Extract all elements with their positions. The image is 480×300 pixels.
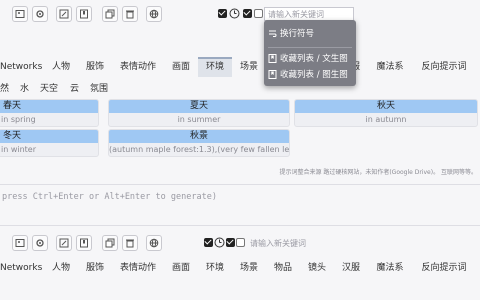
tab-clothing[interactable]: 服饰 (84, 57, 106, 77)
tag-card-autumn-scene[interactable]: 秋景 (autumn maple forest:1.3),(very few f… (108, 129, 290, 157)
tab-networks[interactable]: Networks (0, 258, 42, 278)
settings-button[interactable] (32, 235, 48, 251)
tag-card-spring[interactable]: 春天 in spring (0, 99, 99, 127)
bookmark-button[interactable] (76, 6, 92, 22)
tag-card-title: 冬天 (0, 130, 98, 143)
gear-icon (36, 10, 44, 18)
dropdown-item-fav-img2img[interactable]: 收藏列表 / 图生图 (268, 68, 348, 80)
top-toolbar: 请输入新关键词 (0, 4, 480, 24)
delete-button[interactable] (122, 6, 138, 22)
tab-clothing[interactable]: 服饰 (84, 258, 106, 278)
gear-icon (36, 239, 44, 247)
tag-card-winter[interactable]: 冬天 in winter (0, 129, 99, 157)
copy-button[interactable] (102, 6, 118, 22)
tag-card-subtitle: in summer (177, 115, 221, 124)
keyword-search-input[interactable]: 请输入新关键词 (264, 7, 354, 21)
tag-card-subtitle: in autumn (365, 115, 407, 124)
trash-icon (126, 10, 134, 19)
tab-expression[interactable]: 表情动作 (118, 258, 158, 278)
edit-button[interactable] (56, 6, 72, 22)
tab-environment[interactable]: 环境 (198, 57, 232, 77)
subtab-water[interactable]: 水 (20, 81, 29, 94)
tab-character[interactable]: 人物 (50, 258, 72, 278)
globe-icon (149, 238, 159, 248)
dropdown-item-label: 换行符号 (280, 29, 315, 39)
prompt-textarea[interactable]: press Ctrl+Enter or Alt+Enter to generat… (0, 184, 480, 226)
settings-button[interactable] (32, 6, 48, 22)
tab-negative-prompt[interactable]: 反向提示词 (418, 258, 470, 278)
prompt-placeholder: press Ctrl+Enter or Alt+Enter to generat… (2, 192, 217, 202)
subtab-atmosphere[interactable]: 氛围 (90, 81, 108, 94)
tab-objects[interactable]: 物品 (272, 258, 294, 278)
bottom-toolbar: 请输入新关键词 (0, 233, 480, 253)
bookmark-icon (80, 9, 88, 19)
tag-card-summer[interactable]: 夏天 in summer (108, 99, 290, 127)
tab-magic[interactable]: 魔法系 (374, 57, 406, 77)
dropdown-item-label: 收藏列表 / 文生图 (280, 54, 348, 64)
category-tabs: Networks 人物 服饰 表情动作 画面 环境 场景 物品 镜头 汉服 魔法… (0, 57, 480, 77)
image-settings-button[interactable] (12, 235, 28, 251)
tab-expression[interactable]: 表情动作 (118, 57, 158, 77)
tab-picture[interactable]: 画面 (170, 258, 192, 278)
tag-card-subtitle: (autumn maple forest:1.3),(very few fall… (109, 145, 289, 154)
clock-icon (214, 237, 225, 248)
subtab-cloud[interactable]: 云 (70, 81, 79, 94)
edit-icon (59, 238, 69, 248)
option-checkbox[interactable] (254, 9, 263, 18)
copy-icon (105, 9, 115, 19)
delete-button[interactable] (122, 235, 138, 251)
source-hint-text: 提示词整合来源 路过硬核网站，未知作者(Google Drive)。 互联网等等… (279, 169, 477, 176)
image-icon (15, 10, 25, 18)
tab-magic[interactable]: 魔法系 (374, 258, 406, 278)
tab-networks[interactable]: Networks (0, 57, 42, 77)
copy-icon (105, 238, 115, 248)
translate-button[interactable] (146, 235, 162, 251)
wrap-icon (269, 30, 277, 37)
edit-button[interactable] (56, 235, 72, 251)
dropdown-item-label: 收藏列表 / 图生图 (280, 70, 348, 80)
image-settings-button[interactable] (12, 6, 28, 22)
auto-translate-checkbox[interactable] (218, 9, 227, 18)
tab-scene[interactable]: 场景 (238, 57, 260, 77)
bookmark-icon (268, 53, 277, 63)
auto-translate-checkbox[interactable] (204, 238, 213, 247)
sync-checkbox[interactable] (243, 9, 252, 18)
image-icon (15, 239, 25, 247)
tag-card-subtitle: in spring (1, 115, 36, 124)
tab-environment[interactable]: 环境 (204, 258, 226, 278)
tag-card-title: 秋景 (109, 130, 289, 143)
tag-card-autumn[interactable]: 秋天 in autumn (294, 99, 478, 127)
bookmark-icon (80, 238, 88, 248)
tag-card-title: 秋天 (295, 100, 477, 113)
tab-hanfu[interactable]: 汉服 (340, 258, 362, 278)
globe-icon (149, 9, 159, 19)
tag-card-title: 夏天 (109, 100, 289, 113)
bookmark-icon (268, 69, 277, 79)
sync-checkbox[interactable] (226, 238, 235, 247)
clock-icon (229, 8, 240, 19)
category-tabs-bottom: Networks 人物 服饰 表情动作 画面 环境 场景 物品 镜头 汉服 魔法… (0, 258, 480, 278)
tag-card-subtitle: in winter (1, 145, 37, 154)
tab-scene[interactable]: 场景 (238, 258, 260, 278)
dropdown-item-fav-txt2img[interactable]: 收藏列表 / 文生图 (268, 52, 348, 64)
bookmark-button[interactable] (76, 235, 92, 251)
subtab-sky[interactable]: 天空 (40, 81, 58, 94)
tab-picture[interactable]: 画面 (170, 57, 192, 77)
dropdown-divider (268, 47, 352, 48)
tab-negative-prompt[interactable]: 反向提示词 (418, 57, 470, 77)
dropdown-item-newline[interactable]: 换行符号 (268, 27, 314, 39)
keyword-search-input[interactable]: 请输入新关键词 (246, 236, 346, 250)
translate-button[interactable] (146, 6, 162, 22)
copy-button[interactable] (102, 235, 118, 251)
edit-icon (59, 9, 69, 19)
option-checkbox[interactable] (236, 238, 245, 247)
tab-camera[interactable]: 镜头 (306, 258, 328, 278)
keyword-dropdown-menu: 换行符号 收藏列表 / 文生图 收藏列表 / 图生图 (264, 20, 356, 86)
tag-card-title: 春天 (0, 100, 98, 113)
trash-icon (126, 239, 134, 248)
tab-character[interactable]: 人物 (50, 57, 72, 77)
subtab-nature[interactable]: 然 (0, 81, 9, 94)
